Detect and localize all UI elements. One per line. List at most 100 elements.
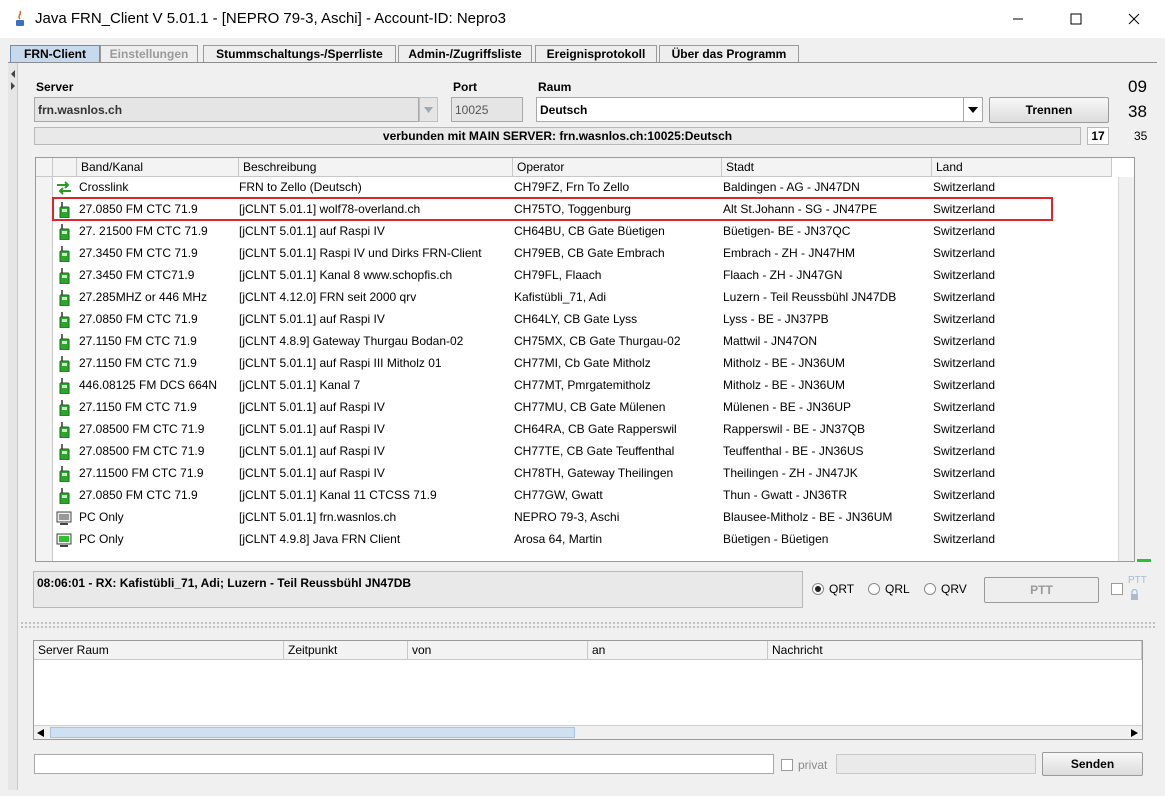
mode-qrv[interactable]: QRV	[924, 582, 967, 596]
cell-band: 27.08500 FM CTC 71.9	[79, 444, 205, 458]
table-row[interactable]: 27.0850 FM CTC 71.9 [jCLNT 5.01.1] auf Ra…	[36, 309, 1134, 331]
tab-frn-client[interactable]: FRN-Client	[10, 45, 100, 62]
cell-city: Embrach - ZH - JN47HM	[723, 246, 856, 260]
cell-description: [jCLNT 5.01.1] auf Raspi IV	[239, 312, 385, 326]
tab-event-log[interactable]: Ereignisprotokoll	[535, 45, 657, 62]
pc-gray-icon	[56, 511, 72, 525]
table-row[interactable]: 27. 21500 FM CTC 71.9 [jCLNT 5.01.1] auf …	[36, 221, 1134, 243]
table-row[interactable]: 27.1150 FM CTC 71.9 [jCLNT 5.01.1] auf Ra…	[36, 397, 1134, 419]
cell-description: [jCLNT 5.01.1] auf Raspi IV	[239, 422, 385, 436]
mode-qrl[interactable]: QRL	[868, 582, 910, 596]
table-row[interactable]: 27.285MHZ or 446 MHz [jCLNT 4.12.0] FRN s…	[36, 287, 1134, 309]
table-row[interactable]: PC Only [jCLNT 5.01.1] frn.wasnlos.ch NEPR…	[36, 507, 1134, 529]
radio-gateway-icon	[59, 224, 70, 240]
table-row[interactable]: 27.1150 FM CTC 71.9 [jCLNT 4.8.9] Gateway…	[36, 331, 1134, 353]
room-label: Raum	[538, 80, 572, 94]
last-rx-status: 08:06:01 - RX: Kafistübli_71, Adi; Luzer…	[33, 571, 803, 608]
column-header-icon[interactable]	[53, 158, 77, 177]
server-dropdown-button[interactable]	[419, 97, 438, 122]
table-row[interactable]: 27.3450 FM CTC 71.9 [jCLNT 5.01.1] Raspi …	[36, 243, 1134, 265]
radio-gateway-icon	[59, 246, 70, 262]
private-recipient-field[interactable]	[836, 754, 1036, 774]
table-row[interactable]: 27.08500 FM CTC 71.9 [jCLNT 5.01.1] auf R…	[36, 419, 1134, 441]
table-row[interactable]: 27.08500 FM CTC 71.9 [jCLNT 5.01.1] auf R…	[36, 441, 1134, 463]
column-header-from[interactable]: von	[408, 641, 588, 660]
table-row[interactable]: 27.11500 FM CTC 71.9 [jCLNT 5.01.1] auf R…	[36, 463, 1134, 485]
cell-city: Thun - Gwatt - JN36TR	[723, 488, 848, 502]
message-input[interactable]	[34, 754, 774, 774]
cell-description: [jCLNT 4.9.8] Java FRN Client	[239, 532, 401, 546]
close-button[interactable]	[1105, 0, 1163, 38]
message-table[interactable]: Server Raum Zeitpunkt von an Nachricht	[33, 640, 1143, 740]
maximize-button[interactable]	[1047, 0, 1105, 38]
cell-country: Switzerland	[933, 488, 996, 502]
table-row[interactable]: 27.0850 FM CTC 71.9 [jCLNT 5.01.1] Kanal …	[36, 485, 1134, 507]
cell-city: Mitholz - BE - JN36UM	[723, 356, 846, 370]
radio-qrt[interactable]	[812, 583, 824, 595]
cell-city: Mitholz - BE - JN36UM	[723, 378, 846, 392]
clock-seconds: 35	[1134, 129, 1148, 143]
panel-splitter[interactable]	[20, 621, 1155, 628]
room-select[interactable]: Deutsch	[536, 97, 964, 122]
column-header-description[interactable]: Beschreibung	[239, 158, 513, 177]
cell-operator: Arosa 64, Martin	[514, 532, 603, 546]
cell-description: [jCLNT 5.01.1] auf Raspi IV	[239, 224, 385, 238]
scroll-right-icon[interactable]	[1131, 729, 1138, 737]
column-header-to[interactable]: an	[588, 641, 768, 660]
scroll-left-icon[interactable]	[37, 729, 44, 737]
column-header-city[interactable]: Stadt	[722, 158, 932, 177]
cell-country: Switzerland	[933, 334, 996, 348]
room-dropdown-button[interactable]	[963, 97, 983, 122]
minimize-button[interactable]	[989, 0, 1047, 38]
cell-band: 27.11500 FM CTC 71.9	[79, 466, 204, 480]
table-corner	[36, 158, 53, 177]
table-row[interactable]: 27.1150 FM CTC 71.9 [jCLNT 5.01.1] auf Ra…	[36, 353, 1134, 375]
table-row[interactable]: 27.3450 FM CTC71.9 [jCLNT 5.01.1] Kanal 8…	[36, 265, 1134, 287]
cell-operator: CH77MU, CB Gate Mülenen	[514, 400, 666, 414]
cell-operator: CH77GW, Gwatt	[514, 488, 603, 502]
tab-einstellungen[interactable]: Einstellungen	[100, 45, 198, 62]
cell-city: Flaach - ZH - JN47GN	[723, 268, 843, 282]
table-row[interactable]: 446.08125 FM DCS 664N [jCLNT 5.01.1] Kana…	[36, 375, 1134, 397]
close-icon	[1128, 13, 1140, 25]
chevron-down-icon	[968, 106, 978, 113]
column-header-server-room[interactable]: Server Raum	[34, 641, 284, 660]
ptt-button[interactable]: PTT	[984, 577, 1099, 603]
column-header-message[interactable]: Nachricht	[768, 641, 1142, 660]
cell-band: 27.285MHZ or 446 MHz	[79, 290, 208, 304]
cell-country: Switzerland	[933, 224, 996, 238]
tab-border	[8, 62, 1157, 63]
cell-band: 27.08500 FM CTC 71.9	[79, 422, 205, 436]
column-header-operator[interactable]: Operator	[513, 158, 722, 177]
tab-mute-list[interactable]: Stummschaltungs-/Sperrliste	[203, 45, 396, 62]
server-input[interactable]: frn.wasnlos.ch	[34, 97, 419, 122]
java-app-icon	[16, 10, 24, 26]
minimize-icon	[1013, 18, 1023, 20]
cell-operator: CH79FZ, Frn To Zello	[514, 180, 630, 194]
tab-admin-list[interactable]: Admin-/Zugriffsliste	[398, 45, 532, 62]
cell-country: Switzerland	[933, 466, 996, 480]
chevron-down-icon	[424, 106, 433, 113]
table-row[interactable]: PC Only [jCLNT 4.9.8] Java FRN Client Aros…	[36, 529, 1134, 551]
connection-status: verbunden mit MAIN SERVER: frn.wasnlos.c…	[34, 127, 1081, 145]
radio-gateway-icon	[59, 334, 70, 350]
ptt-lock-checkbox[interactable]	[1111, 583, 1123, 595]
radio-qrv[interactable]	[924, 583, 936, 595]
disconnect-button[interactable]: Trennen	[989, 97, 1109, 123]
mode-qrt[interactable]: QRT	[812, 582, 854, 596]
private-checkbox[interactable]	[781, 759, 793, 771]
port-input[interactable]: 10025	[451, 97, 523, 122]
scrollbar-thumb[interactable]	[50, 727, 575, 738]
table-row[interactable]: Crosslink FRN to Zello (Deutsch) CH79FZ, F…	[36, 177, 1134, 199]
crosslink-icon	[57, 181, 71, 195]
cell-band: PC Only	[79, 532, 124, 546]
cell-band: 27.1150 FM CTC 71.9	[79, 356, 197, 370]
radio-qrl[interactable]	[868, 583, 880, 595]
horizontal-scrollbar[interactable]	[34, 725, 1142, 739]
column-header-band[interactable]: Band/Kanal	[77, 158, 239, 177]
splitter-handle[interactable]	[8, 63, 18, 790]
column-header-country[interactable]: Land	[932, 158, 1112, 177]
send-button[interactable]: Senden	[1042, 752, 1143, 776]
column-header-time[interactable]: Zeitpunkt	[284, 641, 408, 660]
tab-about[interactable]: Über das Programm	[659, 45, 799, 62]
